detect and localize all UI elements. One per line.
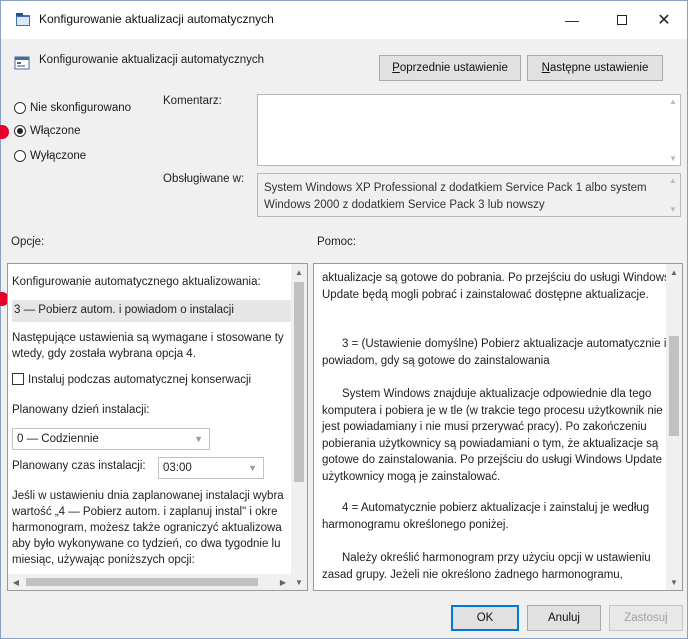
maintenance-checkbox[interactable]: Instaluj podczas automatycznej konserwac…	[12, 373, 251, 386]
minimize-button[interactable]: —	[549, 1, 595, 39]
radio-circle	[14, 125, 26, 137]
annotation-marker	[0, 125, 9, 139]
scroll-up-icon[interactable]: ▲	[291, 264, 307, 280]
day-label: Planowany dzień instalacji:	[12, 404, 150, 416]
maximize-button[interactable]	[599, 1, 645, 39]
chevron-down-icon: ▼	[248, 463, 257, 473]
scroll-down-icon[interactable]: ▼	[666, 574, 682, 590]
next-setting-button[interactable]: Następne ustawienie	[527, 55, 663, 81]
schedule-para-line-1: Jeśli w ustawieniu dnia zaplanowanej ins…	[12, 490, 284, 502]
maximize-icon	[617, 15, 627, 25]
scroll-thumb[interactable]	[669, 336, 679, 436]
close-icon: ✕	[657, 12, 671, 29]
dialog-window: Konfigurowanie aktualizacji automatyczny…	[0, 0, 688, 639]
schedule-para-line-3: harmonogram, możesz także ograniczyć akt…	[12, 522, 282, 534]
policy-window-icon	[16, 13, 30, 26]
options-horizontal-scrollbar[interactable]: ◀ ▶	[8, 574, 291, 590]
schedule-para-line-4: aby było wykonywane co tydzień, co dwa t…	[12, 538, 281, 550]
required-note-line-1: Następujące ustawienia są wymagane i sto…	[12, 332, 284, 344]
title-bar[interactable]: Konfigurowanie aktualizacji automatyczny…	[1, 1, 687, 39]
close-button[interactable]: ✕	[641, 1, 687, 39]
setting-name: Konfigurowanie aktualizacji automatyczny…	[39, 54, 265, 66]
help-paragraph: aktualizacje są gotowe do pobrania. Po p…	[322, 272, 670, 301]
radio-selected-dot	[17, 128, 23, 134]
options-vertical-scrollbar[interactable]: ▲ ▼	[291, 264, 307, 590]
help-heading: Pomoc:	[317, 236, 356, 248]
radio-disabled[interactable]: Wyłączone	[14, 150, 86, 162]
configure-label: Konfigurowanie automatycznego aktualizow…	[12, 276, 261, 288]
ok-button[interactable]: OK	[451, 605, 519, 631]
options-panel: Konfigurowanie automatycznego aktualizow…	[7, 263, 308, 591]
required-note-line-2: wtedy, gdy została wybrana opcja 4.	[12, 348, 196, 360]
schedule-para-line-2: wartość „4 — Pobierz autom. i zaplanuj i…	[12, 506, 278, 518]
help-paragraph: Należy określić harmonogram przy użyciu …	[322, 552, 651, 581]
help-vertical-scrollbar[interactable]: ▲ ▼	[666, 264, 682, 590]
comment-scrollbar[interactable]: ▲ ▼	[666, 95, 680, 165]
comment-textarea[interactable]: ▲ ▼	[257, 94, 681, 166]
apply-button[interactable]: Zastosuj	[609, 605, 683, 631]
supported-on-box: System Windows XP Professional z dodatki…	[257, 173, 681, 217]
chevron-down-icon: ▼	[194, 434, 203, 444]
supported-on-text: System Windows XP Professional z dodatki…	[264, 182, 647, 211]
window-title: Konfigurowanie aktualizacji automatyczny…	[39, 12, 274, 26]
radio-enabled[interactable]: Włączone	[14, 125, 81, 137]
radio-not-configured[interactable]: Nie skonfigurowano	[14, 102, 131, 114]
comment-label: Komentarz:	[163, 95, 222, 107]
scroll-right-icon[interactable]: ▶	[275, 574, 291, 590]
radio-circle	[14, 102, 26, 114]
supported-scrollbar[interactable]: ▲ ▼	[666, 174, 680, 216]
time-label: Planowany czas instalacji:	[12, 460, 146, 472]
scroll-down-icon[interactable]: ▼	[291, 574, 307, 590]
help-paragraph: 3 = (Ustawienie domyślne) Pobierz aktual…	[322, 338, 667, 367]
cancel-button[interactable]: Anuluj	[527, 605, 601, 631]
radio-circle	[14, 150, 26, 162]
help-paragraph: 4 = Automatycznie pobierz aktualizacje i…	[322, 502, 650, 531]
supported-label: Obsługiwane w:	[163, 173, 245, 185]
scroll-thumb[interactable]	[26, 578, 258, 586]
install-time-select[interactable]: 03:00 ▼	[158, 457, 264, 479]
scroll-thumb[interactable]	[294, 282, 304, 482]
scroll-up-icon[interactable]: ▲	[666, 264, 682, 280]
help-panel: aktualizacje są gotowe do pobrania. Po p…	[313, 263, 683, 591]
previous-setting-button[interactable]: Poprzednie ustawienie	[379, 55, 521, 81]
configure-dropdown[interactable]: 3 — Pobierz autom. i powiadom o instalac…	[12, 300, 292, 322]
install-day-select[interactable]: 0 — Codziennie ▼	[12, 428, 210, 450]
scroll-left-icon[interactable]: ◀	[8, 574, 24, 590]
help-paragraph: System Windows znajduje aktualizacje odp…	[322, 388, 663, 483]
schedule-para-line-5: miesiąc, używając poniższych opcji:	[12, 554, 195, 566]
policy-setting-icon	[14, 56, 30, 70]
options-heading: Opcje:	[11, 236, 45, 248]
checkbox-box	[12, 373, 24, 385]
